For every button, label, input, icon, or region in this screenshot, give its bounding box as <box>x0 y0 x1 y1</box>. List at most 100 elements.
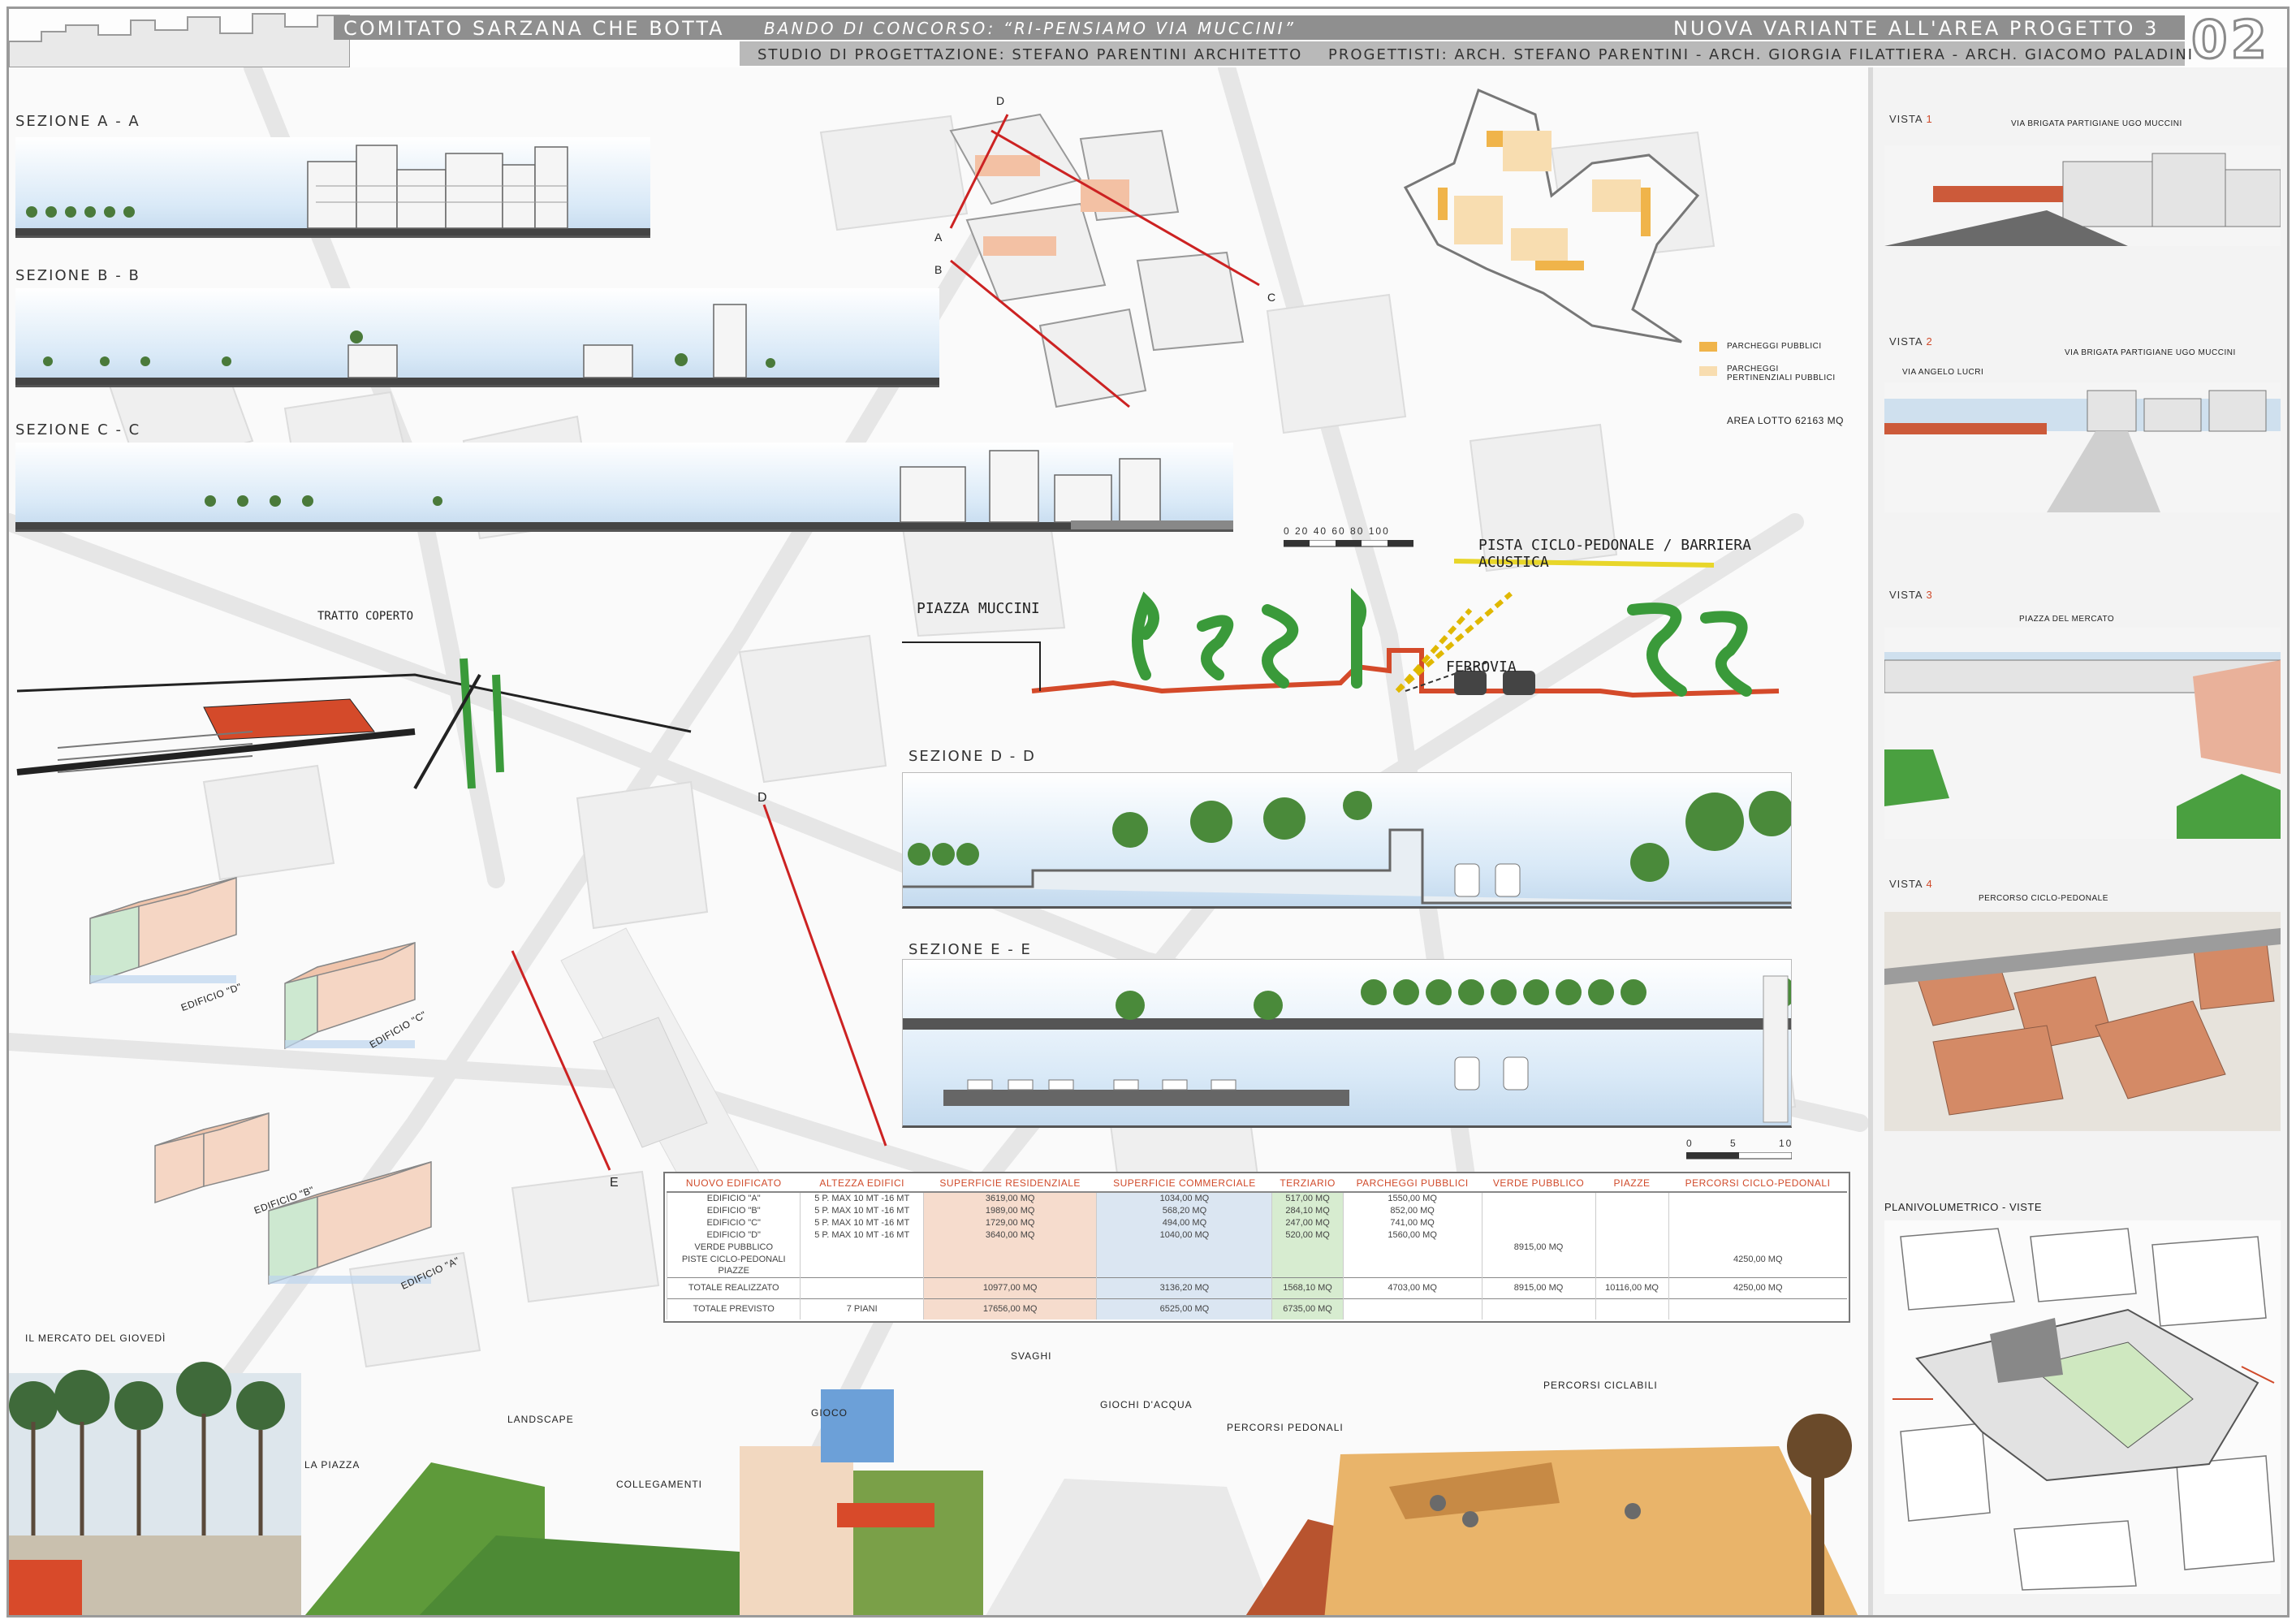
section-d-title: SEZIONE D - D <box>908 748 1036 765</box>
table-cell <box>922 1241 1097 1253</box>
plan-label-b: B <box>934 263 942 276</box>
area-lotto: AREA LOTTO 62163 MQ <box>1727 415 1845 426</box>
table-cell <box>922 1253 1097 1265</box>
table-cell <box>1668 1216 1847 1229</box>
table-cell: 1568,10 MQ <box>1271 1276 1344 1298</box>
collage-label-landscape: LANDSCAPE <box>507 1414 574 1425</box>
table-cell <box>1342 1298 1482 1320</box>
vista-4-label: VISTA 4 <box>1889 878 1933 890</box>
competition-title: BANDO DI CONCORSO: “RI-PENSIAMO VIA MUCC… <box>764 19 1296 38</box>
section-b-drawing <box>15 288 939 387</box>
collage-label-collegamenti: COLLEGAMENTI <box>616 1479 703 1490</box>
table-cell: 3136,20 MQ <box>1096 1276 1272 1298</box>
table-cell <box>1668 1204 1847 1216</box>
collage-label-svaghi: SVAGHI <box>1011 1350 1052 1362</box>
planivolumetrico-render <box>1884 1220 2281 1594</box>
table-cell: 3619,00 MQ <box>922 1192 1097 1204</box>
table-cell: EDIFICIO "B" <box>666 1204 801 1216</box>
collage-label-gioco: GIOCO <box>811 1407 848 1419</box>
vista-2-label: VISTA 2 <box>1889 335 1933 348</box>
table-cell <box>1668 1298 1847 1320</box>
table-cell: 852,00 MQ <box>1342 1204 1482 1216</box>
header: COMITATO SARZANA CHE BOTTA BANDO DI CONC… <box>9 9 2287 72</box>
plan-label-c: C <box>1267 291 1275 304</box>
vista-3-label: VISTA 3 <box>1889 589 1933 601</box>
vista-1-label: VISTA 1 <box>1889 113 1933 125</box>
legend-pertinenziali: PARCHEGGI PERTINENZIALI PUBBLICI <box>1727 365 1836 382</box>
committee-title: COMITATO SARZANA CHE BOTTA <box>343 17 725 40</box>
table-cell <box>1595 1216 1669 1229</box>
vista-2-render <box>1884 382 2281 512</box>
section-c-title: SEZIONE C - C <box>15 421 141 438</box>
table-cell <box>1668 1265 1847 1277</box>
table-cell: 6525,00 MQ <box>1096 1298 1272 1320</box>
table-cell <box>1271 1241 1344 1253</box>
table-cell: 741,00 MQ <box>1342 1216 1482 1229</box>
designers-credit: PROGETTISTI: ARCH. STEFANO PARENTINI - A… <box>1328 46 2195 63</box>
sketch-label-tratto: TRATTO COPERTO <box>317 610 414 623</box>
table-cell: 1034,00 MQ <box>1096 1192 1272 1204</box>
table-cell: 517,00 MQ <box>1271 1192 1344 1204</box>
table-row: EDIFICIO "A" 5 P. MAX 10 MT -16 MT 3619,00… <box>666 1192 1847 1204</box>
table-cell <box>1342 1253 1482 1265</box>
table-cell <box>800 1241 924 1253</box>
plan-label-a: A <box>934 231 943 244</box>
table-header: SUPERFICIE COMMERCIALE <box>1096 1175 1272 1193</box>
table-cell <box>1595 1229 1669 1241</box>
sheet-number: 02 <box>2190 10 2271 72</box>
vista-1-render <box>1884 145 2281 246</box>
table-header: NUOVO EDIFICATO <box>667 1175 801 1193</box>
table-row: EDIFICIO "D" 5 P. MAX 10 MT -16 MT 3640,00… <box>666 1229 1847 1241</box>
table-cell: 7 PIANI <box>800 1298 924 1320</box>
plan-label-d: D <box>996 94 1004 107</box>
table-cell: 8915,00 MQ <box>1481 1241 1596 1253</box>
table-cell: PIAZZE <box>666 1265 801 1277</box>
legend-swatch-pubblici <box>1699 342 1717 352</box>
table-cell: 284,10 MQ <box>1271 1204 1344 1216</box>
sketch-label-ferrovia: FERROVIA <box>1446 659 1517 676</box>
section-b-title: SEZIONE B - B <box>15 267 140 284</box>
collage-label-giochi-acqua: GIOCHI D'ACQUA <box>1100 1399 1193 1410</box>
table-cell: 6735,00 MQ <box>1271 1298 1344 1320</box>
table-cell: 5 P. MAX 10 MT -16 MT <box>800 1204 924 1216</box>
scale-bar-bottom <box>1686 1152 1792 1160</box>
table-cell <box>1481 1253 1596 1265</box>
table-cell: 5 P. MAX 10 MT -16 MT <box>800 1216 924 1229</box>
vista-3-render <box>1884 628 2281 839</box>
sketch-label-piazza: PIAZZA MUCCINI <box>917 600 1040 617</box>
collage-label-piazza: LA PIAZZA <box>304 1459 360 1471</box>
table-cell: 8915,00 MQ <box>1481 1276 1596 1298</box>
table-cell: 3640,00 MQ <box>922 1229 1097 1241</box>
sketch-label-pista: PISTA CICLO-PEDONALE / BARRIERA ACUSTICA <box>1478 537 1751 571</box>
planivolumetrico-title: PLANIVOLUMETRICO - VISTE <box>1884 1201 2043 1213</box>
parking-plan <box>1403 88 1700 343</box>
table-cell: TOTALE PREVISTO <box>666 1298 801 1320</box>
table-row: PIAZZE <box>666 1265 1847 1277</box>
table-cell <box>1271 1265 1344 1277</box>
studio-credit: STUDIO DI PROGETTAZIONE: STEFANO PARENTI… <box>757 46 1303 63</box>
views-column: VISTA 1 VIA BRIGATA PARTIGIANE UGO MUCCI… <box>1868 67 2287 1615</box>
table-header: SUPERFICIE RESIDENZIALE <box>923 1175 1097 1193</box>
table-row: VERDE PUBBLICO 8915,00 MQ <box>666 1241 1847 1253</box>
table-cell: VERDE PUBBLICO <box>666 1241 801 1253</box>
presentation-board: COMITATO SARZANA CHE BOTTA BANDO DI CONC… <box>6 6 2290 1618</box>
table-cell: 1989,00 MQ <box>922 1204 1097 1216</box>
table-cell <box>800 1265 924 1277</box>
vista-2-caption-2: VIA BRIGATA PARTIGIANE UGO MUCCINI <box>2065 348 2236 357</box>
section-a-drawing <box>15 137 650 238</box>
table-cell: EDIFICIO "D" <box>666 1229 801 1241</box>
scale-bottom-5: 5 <box>1730 1138 1737 1149</box>
table-row: TOTALE PREVISTO 7 PIANI 17656,00 MQ 6525,00… <box>666 1298 1847 1320</box>
table-cell: 1550,00 MQ <box>1342 1192 1482 1204</box>
table-cell: 10977,00 MQ <box>922 1276 1097 1298</box>
table-cell <box>1668 1229 1847 1241</box>
table-cell: EDIFICIO "C" <box>666 1216 801 1229</box>
section-e-title: SEZIONE E - E <box>908 941 1032 958</box>
table-cell: PISTE CICLO-PEDONALI <box>666 1253 801 1265</box>
vista-3-caption: PIAZZA DEL MERCATO <box>2019 615 2115 624</box>
table-row: EDIFICIO "B" 5 P. MAX 10 MT -16 MT 1989,00… <box>666 1204 1847 1216</box>
table-cell <box>1342 1265 1482 1277</box>
table-cell <box>1096 1253 1272 1265</box>
table-cell <box>1096 1241 1272 1253</box>
table-header: PIAZZE <box>1595 1175 1669 1193</box>
